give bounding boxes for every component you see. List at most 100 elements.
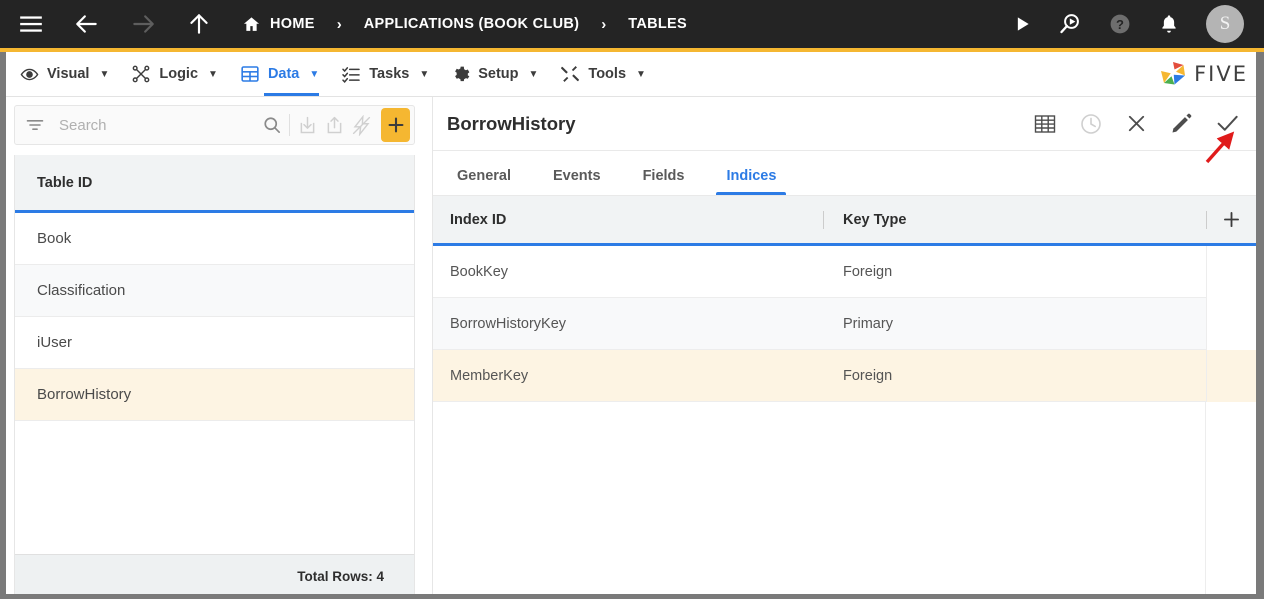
active-menu-underline: [263, 93, 320, 96]
edit-pencil-icon[interactable]: [1170, 112, 1193, 135]
detail-tabs: General Events Fields Indices: [433, 151, 1256, 196]
bottom-scrollbar[interactable]: [0, 594, 1264, 599]
table-row[interactable]: BorrowHistoryKey Primary: [433, 297, 1256, 350]
menu-item-data[interactable]: Data ▼: [240, 52, 320, 96]
arrow-up-icon[interactable]: [186, 11, 212, 37]
table-row-selected[interactable]: MemberKey Foreign: [433, 349, 1256, 402]
menu-item-logic[interactable]: Logic ▼: [131, 52, 218, 96]
hamburger-icon[interactable]: [18, 11, 44, 37]
tab-label: Fields: [642, 168, 685, 184]
arrow-left-icon[interactable]: [74, 11, 100, 37]
checklist-icon: [341, 64, 361, 84]
search-icon[interactable]: [258, 109, 285, 141]
top-nav-left: HOME › APPLICATIONS (BOOK CLUB) › TABLES: [0, 11, 1012, 37]
save-check-icon[interactable]: [1215, 111, 1240, 136]
grid-header-row: Index ID Key Type: [433, 196, 1256, 246]
grid-column-header-index-id[interactable]: Index ID: [433, 212, 823, 228]
grid-column-label: Key Type: [843, 211, 907, 228]
column-divider: [1205, 402, 1206, 599]
menu-item-tools[interactable]: Tools ▼: [560, 52, 646, 96]
cell-index-id: BorrowHistoryKey: [450, 315, 567, 332]
sidebar-column-header[interactable]: Table ID: [15, 155, 414, 213]
history-clock-icon[interactable]: [1079, 112, 1103, 136]
breadcrumb-home[interactable]: HOME: [242, 15, 315, 34]
tab-events[interactable]: Events: [543, 168, 611, 195]
export-icon[interactable]: [321, 109, 348, 141]
left-frame-scrollbar[interactable]: [0, 52, 6, 599]
grid-view-icon[interactable]: [1033, 112, 1057, 136]
breadcrumb-label-home: HOME: [270, 16, 315, 32]
breadcrumb-label-tables[interactable]: TABLES: [628, 16, 687, 32]
table-detail-panel: BorrowHistory General Events Fields Indi…: [432, 97, 1256, 599]
sidebar-table-list: Book Classification iUser BorrowHistory: [15, 213, 414, 554]
indices-grid: Index ID Key Type BookKey Foreign Borrow…: [433, 196, 1256, 599]
tab-fields[interactable]: Fields: [633, 168, 695, 195]
eye-icon: [20, 65, 39, 84]
menu-label-tasks: Tasks: [369, 66, 410, 82]
menu-item-tasks[interactable]: Tasks ▼: [341, 52, 429, 96]
cell-key-type: Foreign: [843, 263, 893, 280]
flow-icon: [131, 64, 151, 84]
sidebar-footer: Total Rows: 4: [15, 554, 414, 598]
grid-column-header-actions: [1206, 209, 1256, 230]
chevron-down-icon: ▼: [309, 68, 320, 80]
tables-sidebar: Table ID Book Classification iUser Borro…: [6, 97, 423, 599]
tab-label: Events: [553, 168, 601, 184]
tab-label: Indices: [726, 168, 777, 184]
tools-icon: [560, 64, 580, 84]
grid-empty-area: [433, 402, 1256, 599]
help-icon[interactable]: ?: [1108, 12, 1132, 36]
sidebar-column-header-label: Table ID: [37, 174, 93, 191]
close-icon[interactable]: [1125, 112, 1148, 135]
cell-row-actions[interactable]: [1206, 245, 1256, 298]
filter-icon[interactable]: [25, 115, 45, 135]
run-icon[interactable]: [1012, 14, 1032, 34]
breadcrumb-separator-2: ›: [601, 15, 607, 33]
cell-row-actions[interactable]: [1206, 297, 1256, 350]
tab-indices[interactable]: Indices: [716, 168, 787, 195]
cell-key-type: Primary: [843, 315, 893, 332]
list-item-label: Book: [37, 230, 72, 247]
chevron-down-icon: ▼: [636, 68, 646, 80]
five-wordmark: FIVE: [1194, 62, 1248, 86]
avatar[interactable]: S: [1206, 5, 1244, 43]
chevron-down-icon: ▼: [208, 68, 218, 80]
list-item[interactable]: Classification: [15, 265, 414, 317]
table-row[interactable]: BookKey Foreign: [433, 245, 1256, 298]
toolbar-divider: [289, 114, 290, 136]
grid-column-header-key-type[interactable]: Key Type: [823, 210, 1206, 229]
list-item[interactable]: iUser: [15, 317, 414, 369]
avatar-initial: S: [1219, 13, 1231, 34]
cell-index-id: MemberKey: [450, 367, 529, 384]
menu-label-logic: Logic: [159, 66, 199, 82]
add-table-button[interactable]: [381, 108, 410, 142]
list-item-selected[interactable]: BorrowHistory: [15, 369, 414, 421]
cell-row-actions[interactable]: [1206, 349, 1256, 402]
chevron-down-icon: ▼: [99, 68, 110, 80]
search-input[interactable]: [45, 116, 258, 134]
notifications-bell-icon[interactable]: [1158, 13, 1180, 35]
grid-body: BookKey Foreign BorrowHistoryKey Primary…: [433, 245, 1256, 599]
gear-icon: [451, 65, 470, 84]
sidebar-search-bar: [14, 105, 415, 145]
add-index-button[interactable]: [1221, 209, 1242, 230]
tab-general[interactable]: General: [447, 168, 521, 195]
menu-label-tools: Tools: [588, 66, 627, 82]
cell-key-type: Foreign: [843, 367, 893, 384]
list-item[interactable]: Book: [15, 213, 414, 265]
menu-label-data: Data: [267, 66, 300, 82]
tab-label: General: [457, 168, 511, 184]
list-item-label: iUser: [37, 334, 73, 351]
lightning-disabled-icon[interactable]: [348, 109, 375, 141]
debug-search-icon[interactable]: [1058, 12, 1082, 36]
top-nav-actions: ? S: [1012, 5, 1264, 43]
menu-item-setup[interactable]: Setup ▼: [451, 52, 538, 96]
arrow-right-icon: [130, 11, 156, 37]
import-icon[interactable]: [294, 109, 321, 141]
right-scrollbar[interactable]: [1256, 52, 1264, 599]
page-title: BorrowHistory: [447, 112, 576, 134]
grid-column-label: Index ID: [450, 211, 507, 228]
detail-header-actions: [1033, 111, 1240, 136]
breadcrumb-label-applications[interactable]: APPLICATIONS (BOOK CLUB): [364, 16, 580, 32]
menu-item-visual[interactable]: Visual ▼: [20, 52, 109, 96]
